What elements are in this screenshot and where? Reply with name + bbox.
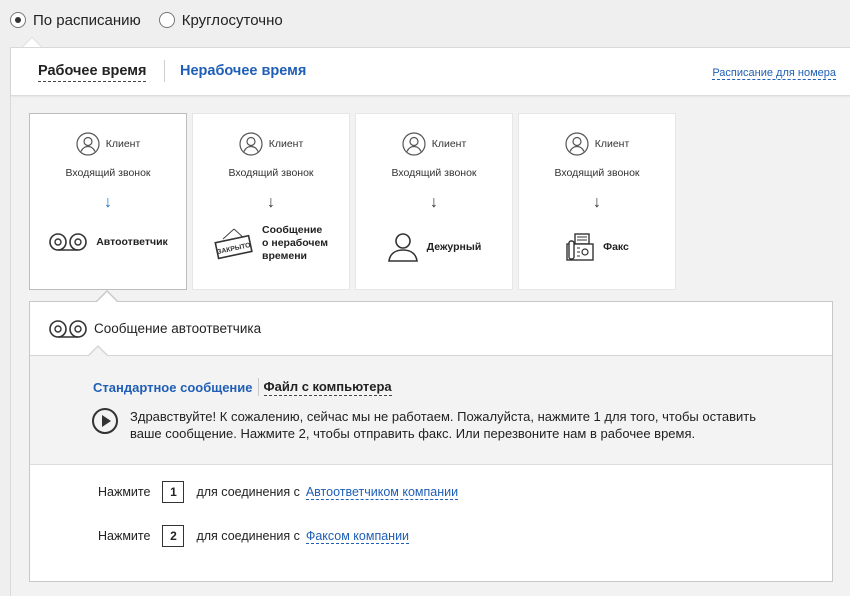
arrow-down-icon: ↓ bbox=[430, 194, 438, 211]
client-avatar-icon bbox=[565, 132, 589, 156]
detail-header: Сообщение автоответчика bbox=[30, 302, 832, 356]
message-text: Здравствуйте! К сожалению, сейчас мы не … bbox=[130, 409, 757, 441]
tab-nonworking-time[interactable]: Нерабочее время bbox=[180, 63, 306, 79]
person-icon bbox=[387, 233, 418, 262]
radio-label: Круглосуточно bbox=[181, 11, 283, 29]
routing-card-on-duty[interactable]: Клиент Входящий звонок ↓ Дежурный bbox=[355, 113, 513, 290]
press-label: Нажмите bbox=[98, 485, 151, 499]
key-2-button[interactable]: 2 bbox=[162, 525, 185, 547]
target-line: о нерабочем bbox=[262, 237, 328, 249]
client-avatar-icon bbox=[239, 132, 263, 156]
detail-title: Сообщение автоответчика bbox=[94, 321, 262, 336]
target-row: Автоответчик bbox=[30, 232, 186, 252]
target-label: Дежурный bbox=[426, 240, 482, 253]
target-line: времени bbox=[262, 250, 307, 262]
routing-card-answering-machine[interactable]: Клиент Входящий звонок ↓ Автоответчик bbox=[29, 113, 187, 290]
time-tabbar: Рабочее время Нерабочее время Расписание… bbox=[11, 48, 850, 96]
target-line: Сообщение bbox=[262, 224, 323, 236]
answering-machine-icon bbox=[49, 319, 87, 338]
radio-unselected-icon[interactable] bbox=[158, 12, 175, 28]
radio-by-schedule[interactable]: По расписанию bbox=[10, 12, 141, 29]
routing-card-closed-message[interactable]: Клиент Входящий звонок ↓ ЗАКРЫТО Сообщен… bbox=[192, 113, 350, 290]
client-label: Клиент bbox=[105, 138, 141, 150]
routing-card-fax[interactable]: Клиент Входящий звонок ↓ Факс bbox=[518, 113, 676, 290]
answering-machine-icon bbox=[49, 233, 88, 251]
key-option-row-1: Нажмите 1 для соединения с Автоответчико… bbox=[98, 481, 459, 503]
closed-sign-icon: ЗАКРЫТО bbox=[214, 228, 253, 259]
client-label: Клиент bbox=[594, 138, 630, 150]
message-source-tabs: Стандартное сообщение Файл с компьютера bbox=[93, 378, 392, 396]
key-1-button[interactable]: 1 bbox=[162, 481, 185, 503]
fax-icon bbox=[566, 233, 594, 261]
incoming-call-label: Входящий звонок bbox=[228, 167, 314, 179]
connect-label: для соединения с bbox=[196, 529, 300, 543]
play-icon[interactable] bbox=[92, 408, 118, 434]
client-row: Клиент bbox=[519, 132, 675, 156]
target-label: Сообщение о нерабочем времени bbox=[262, 224, 328, 263]
schedule-mode-radio-group: По расписанию Круглосуточно bbox=[10, 9, 301, 31]
incoming-call-label: Входящий звонок bbox=[391, 167, 477, 179]
target-row: Дежурный bbox=[356, 232, 512, 262]
press-label: Нажмите bbox=[98, 529, 151, 543]
client-avatar-icon bbox=[76, 132, 100, 156]
key-option-row-2: Нажмите 2 для соединения с Факсом компан… bbox=[98, 525, 410, 547]
message-area: Стандартное сообщение Файл с компьютера … bbox=[30, 356, 832, 465]
client-row: Клиент bbox=[193, 132, 349, 156]
target-row: Факс bbox=[519, 232, 675, 262]
incoming-call-label: Входящий звонок bbox=[554, 167, 640, 179]
client-label: Клиент bbox=[431, 138, 467, 150]
target-label: Автоответчик bbox=[96, 235, 168, 248]
tab-divider bbox=[164, 60, 165, 82]
schedule-for-number-link[interactable]: Расписание для номера bbox=[712, 67, 836, 80]
arrow-down-icon: ↓ bbox=[267, 194, 275, 211]
answering-machine-detail: Сообщение автоответчика Стандартное сооб… bbox=[29, 301, 833, 582]
connect-target-link[interactable]: Автоответчиком компании bbox=[305, 485, 459, 500]
tab-divider bbox=[257, 378, 259, 396]
tab-working-time[interactable]: Рабочее время bbox=[38, 63, 147, 82]
client-avatar-icon bbox=[402, 132, 426, 156]
connect-target-link[interactable]: Факсом компании bbox=[305, 529, 410, 544]
radio-round-the-clock[interactable]: Круглосуточно bbox=[158, 11, 283, 29]
client-row: Клиент bbox=[30, 132, 186, 156]
incoming-call-label: Входящий звонок bbox=[65, 167, 151, 179]
radio-selected-icon[interactable] bbox=[10, 12, 26, 28]
arrow-down-icon: ↓ bbox=[104, 194, 112, 211]
tab-standard-message[interactable]: Стандартное сообщение bbox=[93, 380, 253, 395]
target-row: ЗАКРЫТО Сообщение о нерабочем времени bbox=[193, 224, 349, 263]
client-label: Клиент bbox=[268, 138, 304, 150]
radio-label: По расписанию bbox=[33, 11, 141, 29]
client-row: Клиент bbox=[356, 132, 512, 156]
tab-file-from-computer[interactable]: Файл с компьютера bbox=[263, 379, 392, 396]
detail-pointer bbox=[96, 292, 118, 303]
arrow-down-icon: ↓ bbox=[593, 194, 601, 211]
target-label: Факс bbox=[603, 240, 629, 253]
connect-label: для соединения с bbox=[196, 485, 300, 499]
